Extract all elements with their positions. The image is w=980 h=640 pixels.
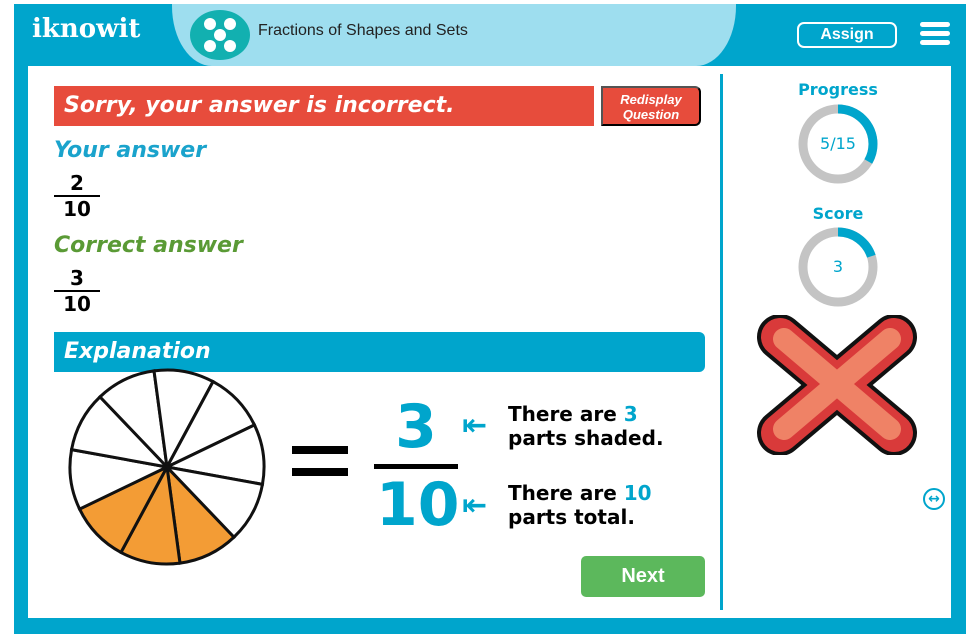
progress-value: 5/15 <box>820 134 856 153</box>
numerator: 2 <box>70 171 84 195</box>
swap-arrows-icon[interactable]: ↔ <box>923 488 945 510</box>
arrow-left-icon: ⇤ <box>462 408 488 443</box>
denominator: 10 <box>63 292 91 316</box>
red-x-icon <box>757 315 917 455</box>
hamburger-icon[interactable] <box>920 22 950 49</box>
fraction-bar <box>374 464 458 469</box>
shaded-note: There are 3 parts shaded. <box>508 402 664 450</box>
logo[interactable]: iknowit <box>32 14 140 44</box>
denominator: 10 <box>63 197 91 221</box>
progress-label: Progress <box>798 80 878 99</box>
redisplay-question-button[interactable]: Redisplay Question <box>601 86 701 126</box>
total-note: There are 10 parts total. <box>508 481 652 529</box>
divider <box>720 74 723 610</box>
arrow-left-icon: ⇤ <box>462 488 488 523</box>
your-answer-label: Your answer <box>54 138 207 163</box>
equals-sign <box>292 446 348 490</box>
correct-answer-label: Correct answer <box>54 233 243 258</box>
next-button[interactable]: Next <box>581 556 705 597</box>
assign-button[interactable]: Assign <box>797 22 897 48</box>
score-value: 3 <box>832 257 844 276</box>
explanation-denominator: 10 <box>376 470 460 540</box>
score-label: Score <box>812 204 864 223</box>
topic-icon <box>190 10 250 60</box>
fraction-circle <box>68 368 266 566</box>
explanation-numerator: 3 <box>395 392 437 462</box>
correct-answer-fraction: 3 10 <box>54 267 100 315</box>
numerator: 3 <box>70 266 84 290</box>
incorrect-banner: Sorry, your answer is incorrect. <box>54 86 594 126</box>
page-title: Fractions of Shapes and Sets <box>258 22 468 39</box>
your-answer-fraction: 2 10 <box>54 172 100 220</box>
